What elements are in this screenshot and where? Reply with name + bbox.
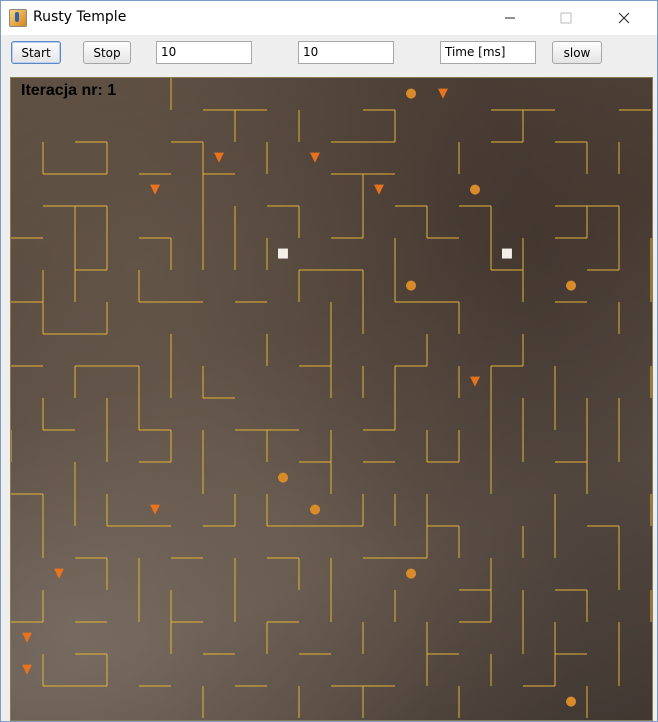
ghost-icon: ■ [276, 246, 290, 261]
acorn-icon: ● [405, 278, 417, 293]
fox-icon: ▼ [438, 86, 448, 101]
acorn-icon: ● [469, 182, 481, 197]
ghost-icon: ■ [500, 246, 514, 261]
fox-icon: ▼ [22, 662, 32, 677]
fox-icon: ▼ [150, 502, 160, 517]
fox-icon: ▼ [374, 182, 384, 197]
param-field-2[interactable]: 10 [298, 41, 394, 64]
minimize-icon[interactable] [487, 1, 533, 35]
maximize-icon[interactable] [543, 1, 589, 35]
fox-icon: ▼ [470, 374, 480, 389]
close-icon[interactable] [601, 1, 647, 35]
maze-walls [11, 78, 652, 718]
acorn-icon: ● [565, 278, 577, 293]
slow-button[interactable]: slow [552, 41, 602, 64]
iteration-counter: Iteracja nr: 1 [21, 82, 117, 99]
fox-icon: ▼ [54, 566, 64, 581]
acorn-icon: ● [309, 502, 321, 517]
fox-icon: ▼ [310, 150, 320, 165]
fox-icon: ▼ [150, 182, 160, 197]
param-field-1[interactable]: 10 [156, 41, 252, 64]
stop-button[interactable]: Stop [83, 41, 131, 64]
maze-board[interactable]: Iteracja nr: 1 ▼ ▼ ▼ ▼ ▼ ▼ ▼ ▼ ▼ ▼ ● ● ● ● ● ● ● ● ■ ■ [10, 77, 653, 721]
start-button[interactable]: Start [11, 41, 61, 64]
acorn-icon: ● [405, 86, 417, 101]
acorn-icon: ● [405, 566, 417, 581]
fox-icon: ▼ [214, 150, 224, 165]
acorn-icon: ● [277, 470, 289, 485]
window-title: Rusty Temple [33, 9, 127, 25]
acorn-icon: ● [565, 694, 577, 709]
title-bar: Rusty Temple [1, 1, 657, 35]
java-app-icon [9, 9, 27, 27]
toolbar: Start Stop 10 10 Time [ms] slow [1, 35, 657, 75]
time-field[interactable]: Time [ms] [440, 41, 536, 64]
app-window: Rusty Temple Start Stop 10 10 Time [ms] … [0, 0, 658, 722]
fox-icon: ▼ [22, 630, 32, 645]
